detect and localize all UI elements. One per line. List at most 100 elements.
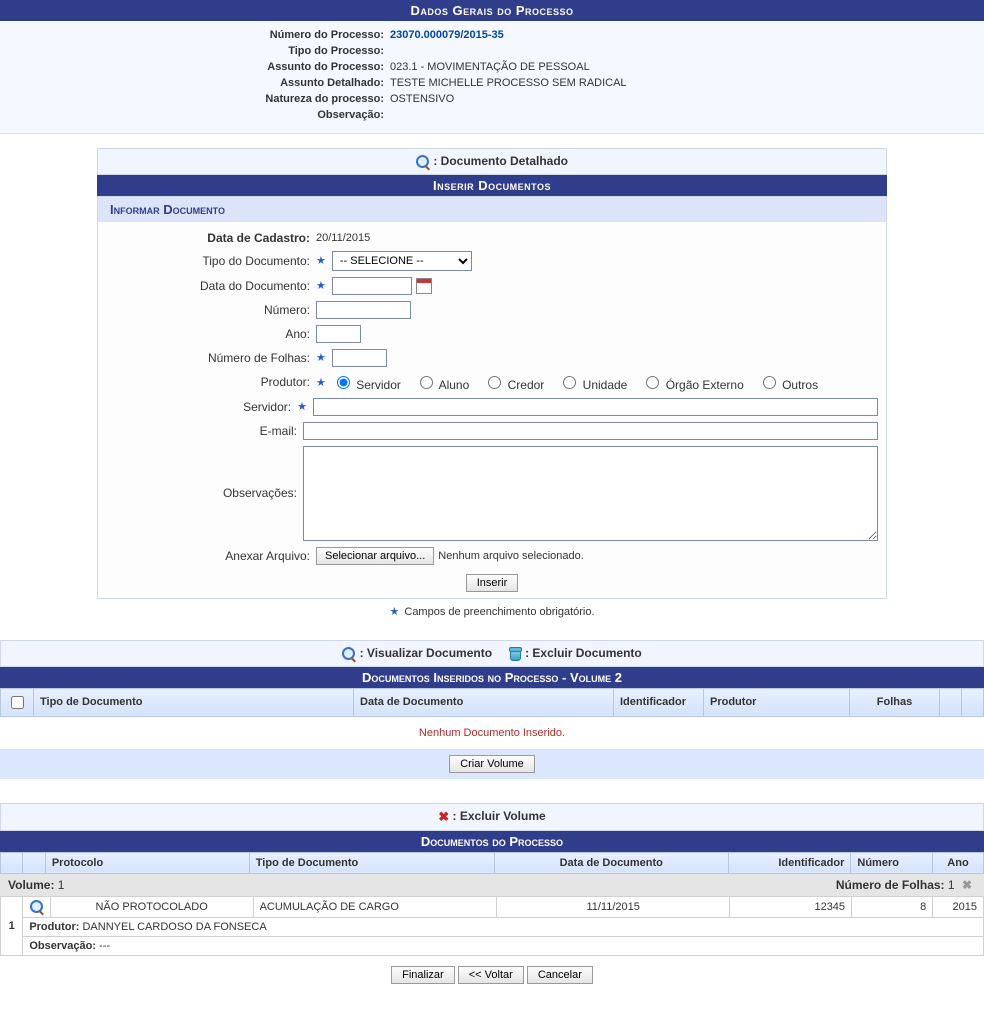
legend-visualizar-text: : Visualizar Documento	[360, 646, 492, 660]
col-protocolo: Protocolo	[45, 852, 249, 873]
docs-processo-table: Protocolo Tipo de Documento Data de Docu…	[0, 852, 984, 874]
table-row-observacao: Observação: ---	[1, 936, 984, 955]
delete-volume-icon[interactable]: ✖	[958, 878, 976, 892]
produtor-aluno-option[interactable]: Aluno	[415, 373, 469, 392]
col-data-documento: Data de Documento	[494, 852, 729, 873]
no-docs-message: Nenhum Documento Inserido.	[0, 717, 984, 749]
produtor-orgao-option[interactable]: Órgão Externo	[641, 373, 743, 392]
anexar-arquivo-label: Anexar Arquivo:	[106, 549, 316, 563]
produtor-servidor-option[interactable]: Servidor	[332, 373, 401, 392]
servidor-input[interactable]	[313, 398, 878, 416]
row-produtor-value: DANNYEL CARDOSO DA FONSECA	[82, 921, 266, 933]
produtor-label: Produtor:	[106, 375, 316, 389]
col-produtor: Produtor	[704, 688, 850, 716]
row-obs-label: Observação:	[29, 940, 96, 952]
required-star: ★	[316, 279, 326, 292]
row-obs-value: ---	[99, 940, 110, 952]
docs-processo-header: Documentos do Processo	[0, 831, 984, 852]
email-label: E-mail:	[106, 424, 303, 438]
numero-processo-value: 23070.000079/2015-35	[390, 29, 974, 41]
selecionar-arquivo-button[interactable]: Selecionar arquivo...	[316, 547, 434, 565]
numero-input[interactable]	[316, 301, 411, 319]
tipo-processo-label: Tipo do Processo:	[10, 45, 390, 57]
row-numero: 8	[852, 896, 933, 917]
row-data: 11/11/2015	[497, 896, 730, 917]
process-info-block: Número do Processo: 23070.000079/2015-35…	[0, 21, 984, 134]
folhas-label: Número de Folhas:	[836, 878, 945, 892]
required-star: ★	[316, 376, 326, 389]
produtor-credor-option[interactable]: Credor	[483, 373, 544, 392]
legend-visualizar-excluir: : Visualizar Documento : Excluir Documen…	[0, 640, 984, 667]
row-produtor-label: Produtor:	[29, 921, 79, 933]
assunto-detalhado-value: TESTE MICHELLE PROCESSO SEM RADICAL	[390, 77, 974, 89]
col-data-documento: Data de Documento	[354, 688, 614, 716]
assunto-processo-value: 023.1 - MOVIMENTAÇÃO DE PESSOAL	[390, 61, 974, 73]
legend-excluir-volume: ✖ : Excluir Volume	[0, 803, 984, 831]
assunto-detalhado-label: Assunto Detalhado:	[10, 77, 390, 89]
legend-excluir-text: : Excluir Documento	[525, 646, 642, 660]
calendar-icon[interactable]	[416, 278, 432, 294]
volume-value: 1	[58, 878, 65, 892]
observacao-value	[390, 109, 974, 121]
assunto-processo-label: Assunto do Processo:	[10, 61, 390, 73]
produtor-orgao-radio[interactable]	[646, 376, 659, 389]
view-doc-icon[interactable]	[30, 900, 44, 914]
col-tipo-documento: Tipo de Documento	[34, 688, 354, 716]
col-identificador: Identificador	[729, 852, 851, 873]
observacoes-textarea[interactable]	[303, 446, 878, 541]
tipo-documento-select[interactable]: -- SELECIONE --	[332, 251, 472, 271]
ano-input[interactable]	[316, 325, 361, 343]
required-star: ★	[297, 400, 307, 413]
row-tipo: ACUMULAÇÃO DE CARGO	[253, 896, 496, 917]
required-note: ★ Campos de preenchimento obrigatório.	[97, 599, 887, 624]
row-index: 1	[1, 896, 23, 955]
magnifier-icon	[342, 647, 356, 661]
volume-label: Volume:	[8, 878, 54, 892]
produtor-aluno-radio[interactable]	[420, 376, 433, 389]
produtor-unidade-radio[interactable]	[563, 376, 576, 389]
email-input[interactable]	[303, 422, 878, 440]
inserir-documentos-header: Inserir Documentos	[97, 175, 887, 196]
criar-volume-button[interactable]: Criar Volume	[449, 755, 535, 773]
produtor-servidor-radio[interactable]	[337, 376, 350, 389]
legend-doc-detalhado-text: : Documento Detalhado	[433, 154, 568, 168]
docs-inseridos-header: Documentos Inseridos no Processo - Volum…	[0, 667, 984, 688]
inserir-button[interactable]: Inserir	[466, 574, 519, 592]
col-numero: Número	[851, 852, 933, 873]
select-all-checkbox[interactable]	[11, 696, 24, 709]
col-ano: Ano	[932, 852, 983, 873]
data-cadastro-label: Data de Cadastro:	[106, 231, 316, 245]
produtor-outros-option[interactable]: Outros	[758, 373, 818, 392]
row-ident: 12345	[730, 896, 852, 917]
natureza-label: Natureza do processo:	[10, 93, 390, 105]
col-tipo-documento: Tipo de Documento	[249, 852, 494, 873]
table-row-produtor: Produtor: DANNYEL CARDOSO DA FONSECA	[1, 917, 984, 936]
ano-label: Ano:	[106, 327, 316, 341]
docs-processo-rows: 1 NÃO PROTOCOLADO ACUMULAÇÃO DE CARGO 11…	[0, 896, 984, 956]
observacao-label: Observação:	[10, 109, 390, 121]
numero-folhas-input[interactable]	[332, 349, 387, 367]
natureza-value: OSTENSIVO	[390, 93, 974, 105]
required-star: ★	[316, 254, 326, 267]
produtor-credor-radio[interactable]	[488, 376, 501, 389]
tipo-documento-label: Tipo do Documento:	[106, 254, 316, 268]
data-documento-label: Data do Documento:	[106, 279, 316, 293]
produtor-outros-radio[interactable]	[763, 376, 776, 389]
numero-label: Número:	[106, 303, 316, 317]
required-star: ★	[316, 351, 326, 364]
dados-gerais-header: Dados Gerais do Processo	[0, 0, 984, 21]
finalizar-button[interactable]: Finalizar	[391, 966, 455, 984]
folhas-value: 1	[948, 878, 955, 892]
servidor-label: Servidor:	[106, 400, 297, 414]
numero-folhas-label: Número de Folhas:	[106, 351, 316, 365]
voltar-button[interactable]: << Voltar	[458, 966, 524, 984]
produtor-unidade-option[interactable]: Unidade	[558, 373, 627, 392]
row-protocolo: NÃO PROTOCOLADO	[50, 896, 253, 917]
data-cadastro-value: 20/11/2015	[316, 232, 878, 244]
col-identificador: Identificador	[614, 688, 704, 716]
x-icon: ✖	[438, 809, 449, 824]
data-documento-input[interactable]	[332, 277, 412, 295]
cancelar-button[interactable]: Cancelar	[527, 966, 593, 984]
magnifier-icon	[416, 155, 430, 169]
legend-excluir-volume-text: : Excluir Volume	[453, 809, 546, 823]
